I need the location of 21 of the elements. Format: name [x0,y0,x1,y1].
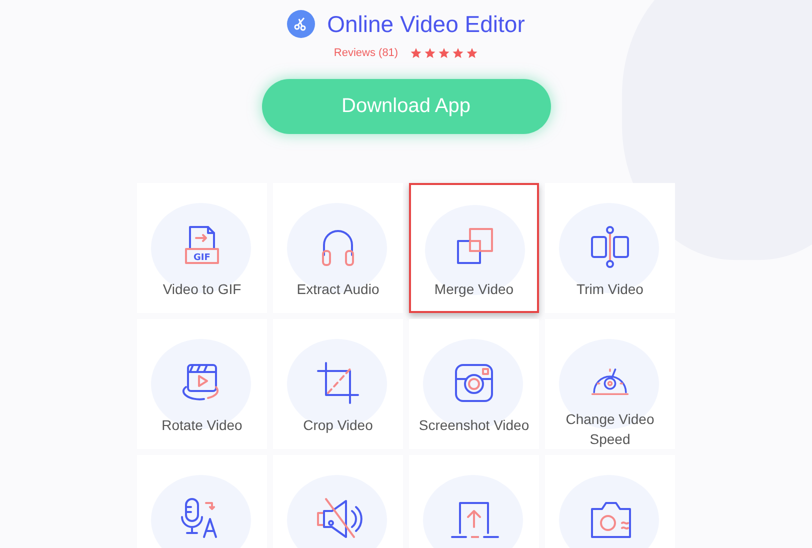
tool-label: Crop Video [302,416,374,434]
tool-card[interactable]: Trim Video [545,182,675,312]
tool-label: Extract Audio [296,280,380,298]
tool-card[interactable] [273,454,403,548]
tool-label: Rotate Video [160,416,244,434]
tool-card[interactable] [545,454,675,548]
tool-card[interactable]: GIF Video to GIF [137,182,267,312]
tool-label: Screenshot Video [418,416,530,434]
tool-label: Change Video Speed [564,410,656,448]
tool-card[interactable] [137,454,267,548]
tool-label: Merge Video [433,280,515,298]
tool-label: Trim Video [576,280,644,298]
tool-card[interactable]: Crop Video [273,318,403,448]
tool-card[interactable]: Rotate Video [137,318,267,448]
logo-icon [287,10,316,38]
tool-label: Video to GIF [162,280,242,298]
app-title: Online Video Editor [327,12,525,36]
tool-card[interactable]: Screenshot Video [409,318,539,448]
tool-card[interactable]: Extract Audio [273,182,403,312]
tool-card[interactable]: Change Video Speed [545,318,675,448]
tool-card[interactable]: Merge Video [409,182,539,312]
